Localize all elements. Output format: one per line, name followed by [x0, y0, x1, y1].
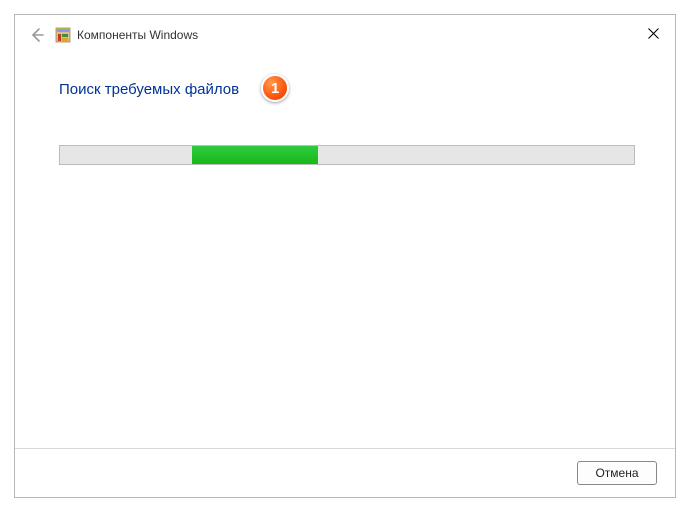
titlebar: Компоненты Windows	[15, 15, 675, 51]
annotation-callout-1: 1	[261, 74, 289, 102]
windows-features-icon	[55, 27, 71, 43]
progress-bar-chunk	[192, 146, 318, 164]
dialog-content: Поиск требуемых файлов 1	[15, 51, 675, 448]
dialog-footer: Отмена	[15, 448, 675, 497]
dialog-title: Компоненты Windows	[77, 28, 198, 42]
back-button[interactable]	[27, 25, 47, 45]
status-text: Поиск требуемых файлов	[59, 81, 239, 98]
back-arrow-icon	[29, 27, 45, 43]
progress-bar	[59, 145, 635, 165]
cancel-button-label: Отмена	[595, 466, 638, 480]
cancel-button[interactable]: Отмена	[577, 461, 657, 485]
status-row: Поиск требуемых файлов 1	[59, 75, 635, 103]
windows-features-dialog: Компоненты Windows Поиск требуемых файло…	[14, 14, 676, 498]
close-button[interactable]	[637, 21, 669, 45]
close-icon	[648, 28, 659, 39]
